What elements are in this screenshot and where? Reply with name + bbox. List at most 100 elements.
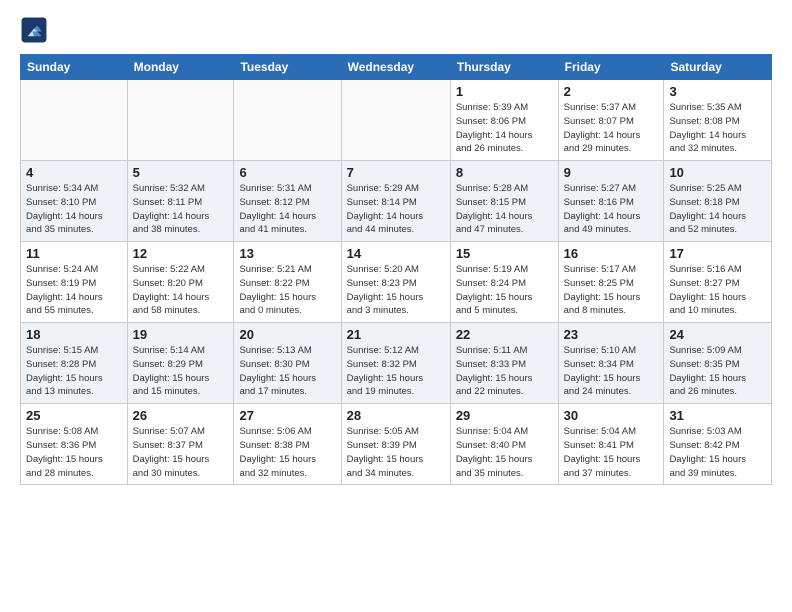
day-number: 11	[26, 246, 122, 261]
day-number: 18	[26, 327, 122, 342]
day-info: Sunrise: 5:28 AM Sunset: 8:15 PM Dayligh…	[456, 182, 553, 237]
day-info: Sunrise: 5:21 AM Sunset: 8:22 PM Dayligh…	[239, 263, 335, 318]
week-row-3: 11 Sunrise: 5:24 AM Sunset: 8:19 PM Dayli…	[21, 242, 772, 323]
day-info: Sunrise: 5:16 AM Sunset: 8:27 PM Dayligh…	[669, 263, 766, 318]
day-cell: 29 Sunrise: 5:04 AM Sunset: 8:40 PM Dayli…	[450, 404, 558, 485]
day-number: 6	[239, 165, 335, 180]
col-header-monday: Monday	[127, 55, 234, 80]
day-number: 20	[239, 327, 335, 342]
day-info: Sunrise: 5:24 AM Sunset: 8:19 PM Dayligh…	[26, 263, 122, 318]
day-number: 14	[347, 246, 445, 261]
day-cell: 16Sunrise: 5:17 AM Sunset: 8:25 PM Dayli…	[558, 242, 664, 323]
day-number: 5	[133, 165, 229, 180]
day-number: 4	[26, 165, 122, 180]
col-header-friday: Friday	[558, 55, 664, 80]
day-cell: 15 Sunrise: 5:19 AM Sunset: 8:24 PM Dayli…	[450, 242, 558, 323]
day-number: 23	[564, 327, 659, 342]
day-cell	[21, 80, 128, 161]
page: SundayMondayTuesdayWednesdayThursdayFrid…	[0, 0, 792, 501]
day-cell: 23 Sunrise: 5:10 AM Sunset: 8:34 PM Dayli…	[558, 323, 664, 404]
day-number: 2	[564, 84, 659, 99]
day-cell: 1 Sunrise: 5:39 AM Sunset: 8:06 PM Daylig…	[450, 80, 558, 161]
day-cell: 31 Sunrise: 5:03 AM Sunset: 8:42 PM Dayli…	[664, 404, 772, 485]
day-number: 28	[347, 408, 445, 423]
day-cell: 12 Sunrise: 5:22 AM Sunset: 8:20 PM Dayli…	[127, 242, 234, 323]
day-info: Sunrise: 5:22 AM Sunset: 8:20 PM Dayligh…	[133, 263, 229, 318]
day-info: Sunrise: 5:34 AM Sunset: 8:10 PM Dayligh…	[26, 182, 122, 237]
day-number: 9	[564, 165, 659, 180]
day-info: Sunrise: 5:19 AM Sunset: 8:24 PM Dayligh…	[456, 263, 553, 318]
day-cell: 27 Sunrise: 5:06 AM Sunset: 8:38 PM Dayli…	[234, 404, 341, 485]
day-cell: 22 Sunrise: 5:11 AM Sunset: 8:33 PM Dayli…	[450, 323, 558, 404]
calendar-table: SundayMondayTuesdayWednesdayThursdayFrid…	[20, 54, 772, 485]
col-header-wednesday: Wednesday	[341, 55, 450, 80]
day-number: 21	[347, 327, 445, 342]
day-info: Sunrise: 5:25 AM Sunset: 8:18 PM Dayligh…	[669, 182, 766, 237]
day-cell: 8 Sunrise: 5:28 AM Sunset: 8:15 PM Daylig…	[450, 161, 558, 242]
day-info: Sunrise: 5:03 AM Sunset: 8:42 PM Dayligh…	[669, 425, 766, 480]
day-number: 27	[239, 408, 335, 423]
col-header-saturday: Saturday	[664, 55, 772, 80]
day-info: Sunrise: 5:08 AM Sunset: 8:36 PM Dayligh…	[26, 425, 122, 480]
day-number: 15	[456, 246, 553, 261]
day-info: Sunrise: 5:04 AM Sunset: 8:41 PM Dayligh…	[564, 425, 659, 480]
week-row-1: 1 Sunrise: 5:39 AM Sunset: 8:06 PM Daylig…	[21, 80, 772, 161]
week-row-2: 4 Sunrise: 5:34 AM Sunset: 8:10 PM Daylig…	[21, 161, 772, 242]
day-cell: 9 Sunrise: 5:27 AM Sunset: 8:16 PM Daylig…	[558, 161, 664, 242]
day-info: Sunrise: 5:15 AM Sunset: 8:28 PM Dayligh…	[26, 344, 122, 399]
day-info: Sunrise: 5:17 AM Sunset: 8:25 PM Dayligh…	[564, 263, 659, 318]
day-number: 1	[456, 84, 553, 99]
day-number: 13	[239, 246, 335, 261]
day-info: Sunrise: 5:27 AM Sunset: 8:16 PM Dayligh…	[564, 182, 659, 237]
day-info: Sunrise: 5:31 AM Sunset: 8:12 PM Dayligh…	[239, 182, 335, 237]
day-cell: 26Sunrise: 5:07 AM Sunset: 8:37 PM Dayli…	[127, 404, 234, 485]
day-info: Sunrise: 5:11 AM Sunset: 8:33 PM Dayligh…	[456, 344, 553, 399]
day-cell: 28 Sunrise: 5:05 AM Sunset: 8:39 PM Dayli…	[341, 404, 450, 485]
day-info: Sunrise: 5:10 AM Sunset: 8:34 PM Dayligh…	[564, 344, 659, 399]
day-cell: 25 Sunrise: 5:08 AM Sunset: 8:36 PM Dayli…	[21, 404, 128, 485]
logo-icon	[20, 16, 48, 44]
day-number: 25	[26, 408, 122, 423]
day-info: Sunrise: 5:20 AM Sunset: 8:23 PM Dayligh…	[347, 263, 445, 318]
day-cell: 11 Sunrise: 5:24 AM Sunset: 8:19 PM Dayli…	[21, 242, 128, 323]
day-info: Sunrise: 5:32 AM Sunset: 8:11 PM Dayligh…	[133, 182, 229, 237]
day-number: 10	[669, 165, 766, 180]
header	[20, 16, 772, 44]
day-cell: 17Sunrise: 5:16 AM Sunset: 8:27 PM Dayli…	[664, 242, 772, 323]
day-cell: 7Sunrise: 5:29 AM Sunset: 8:14 PM Daylig…	[341, 161, 450, 242]
day-number: 22	[456, 327, 553, 342]
day-cell	[127, 80, 234, 161]
day-cell: 20 Sunrise: 5:13 AM Sunset: 8:30 PM Dayli…	[234, 323, 341, 404]
day-cell	[341, 80, 450, 161]
day-cell: 30 Sunrise: 5:04 AM Sunset: 8:41 PM Dayli…	[558, 404, 664, 485]
day-number: 8	[456, 165, 553, 180]
col-header-tuesday: Tuesday	[234, 55, 341, 80]
day-cell: 4 Sunrise: 5:34 AM Sunset: 8:10 PM Daylig…	[21, 161, 128, 242]
day-cell: 24 Sunrise: 5:09 AM Sunset: 8:35 PM Dayli…	[664, 323, 772, 404]
day-number: 30	[564, 408, 659, 423]
calendar-header-row: SundayMondayTuesdayWednesdayThursdayFrid…	[21, 55, 772, 80]
day-number: 26	[133, 408, 229, 423]
week-row-5: 25 Sunrise: 5:08 AM Sunset: 8:36 PM Dayli…	[21, 404, 772, 485]
day-cell: 5 Sunrise: 5:32 AM Sunset: 8:11 PM Daylig…	[127, 161, 234, 242]
day-cell: 13 Sunrise: 5:21 AM Sunset: 8:22 PM Dayli…	[234, 242, 341, 323]
day-number: 19	[133, 327, 229, 342]
day-info: Sunrise: 5:39 AM Sunset: 8:06 PM Dayligh…	[456, 101, 553, 156]
week-row-4: 18 Sunrise: 5:15 AM Sunset: 8:28 PM Dayli…	[21, 323, 772, 404]
day-number: 12	[133, 246, 229, 261]
day-info: Sunrise: 5:04 AM Sunset: 8:40 PM Dayligh…	[456, 425, 553, 480]
day-cell: 19 Sunrise: 5:14 AM Sunset: 8:29 PM Dayli…	[127, 323, 234, 404]
day-info: Sunrise: 5:13 AM Sunset: 8:30 PM Dayligh…	[239, 344, 335, 399]
col-header-thursday: Thursday	[450, 55, 558, 80]
day-number: 31	[669, 408, 766, 423]
day-cell: 21Sunrise: 5:12 AM Sunset: 8:32 PM Dayli…	[341, 323, 450, 404]
day-info: Sunrise: 5:14 AM Sunset: 8:29 PM Dayligh…	[133, 344, 229, 399]
day-info: Sunrise: 5:06 AM Sunset: 8:38 PM Dayligh…	[239, 425, 335, 480]
day-number: 7	[347, 165, 445, 180]
day-number: 29	[456, 408, 553, 423]
day-number: 24	[669, 327, 766, 342]
day-info: Sunrise: 5:05 AM Sunset: 8:39 PM Dayligh…	[347, 425, 445, 480]
day-info: Sunrise: 5:37 AM Sunset: 8:07 PM Dayligh…	[564, 101, 659, 156]
day-info: Sunrise: 5:09 AM Sunset: 8:35 PM Dayligh…	[669, 344, 766, 399]
day-cell: 14 Sunrise: 5:20 AM Sunset: 8:23 PM Dayli…	[341, 242, 450, 323]
